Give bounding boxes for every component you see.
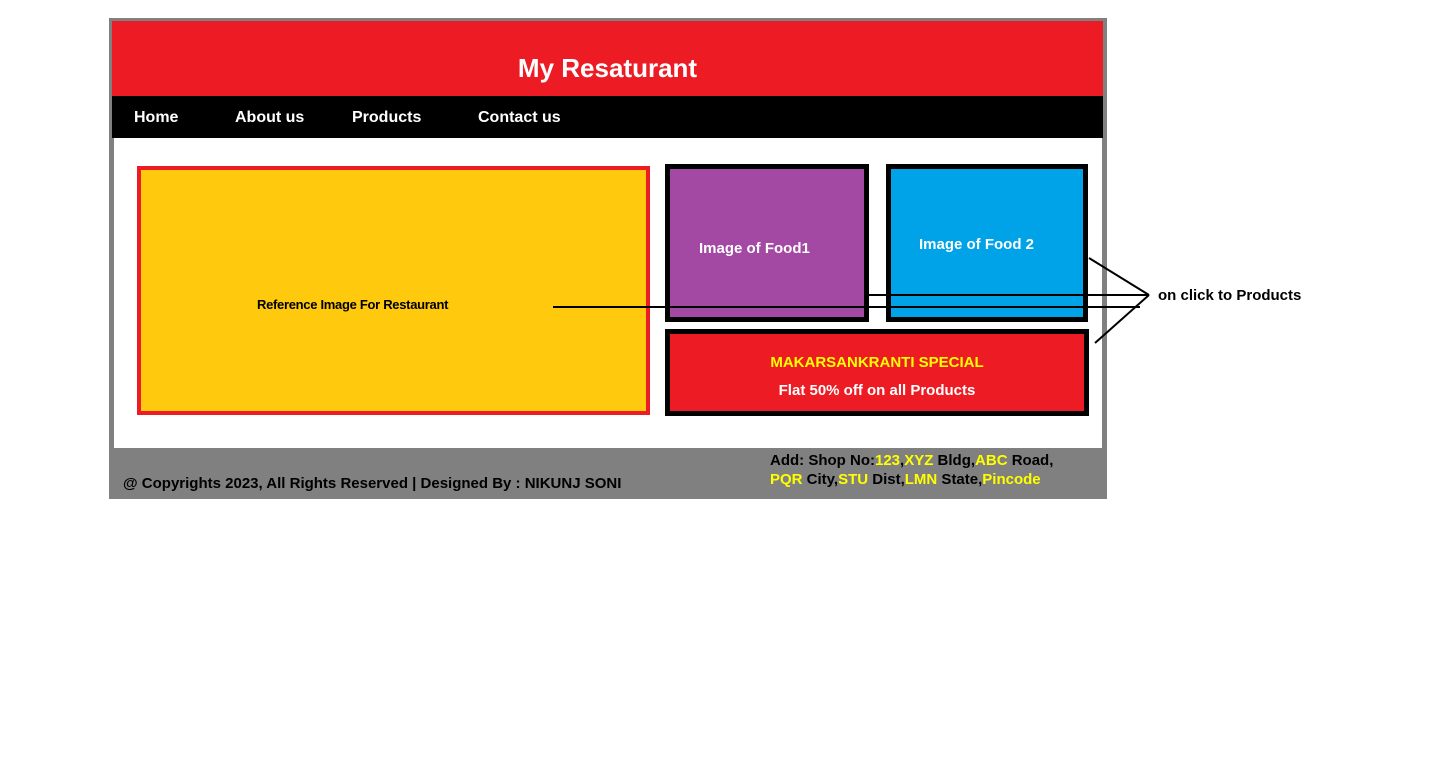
- arrow-line-from-food2: [1088, 257, 1150, 296]
- annotation-arrows: [553, 257, 1150, 344]
- annotation-note: on click to Products: [1158, 287, 1302, 304]
- arrow-line-from-offer: [1094, 294, 1150, 344]
